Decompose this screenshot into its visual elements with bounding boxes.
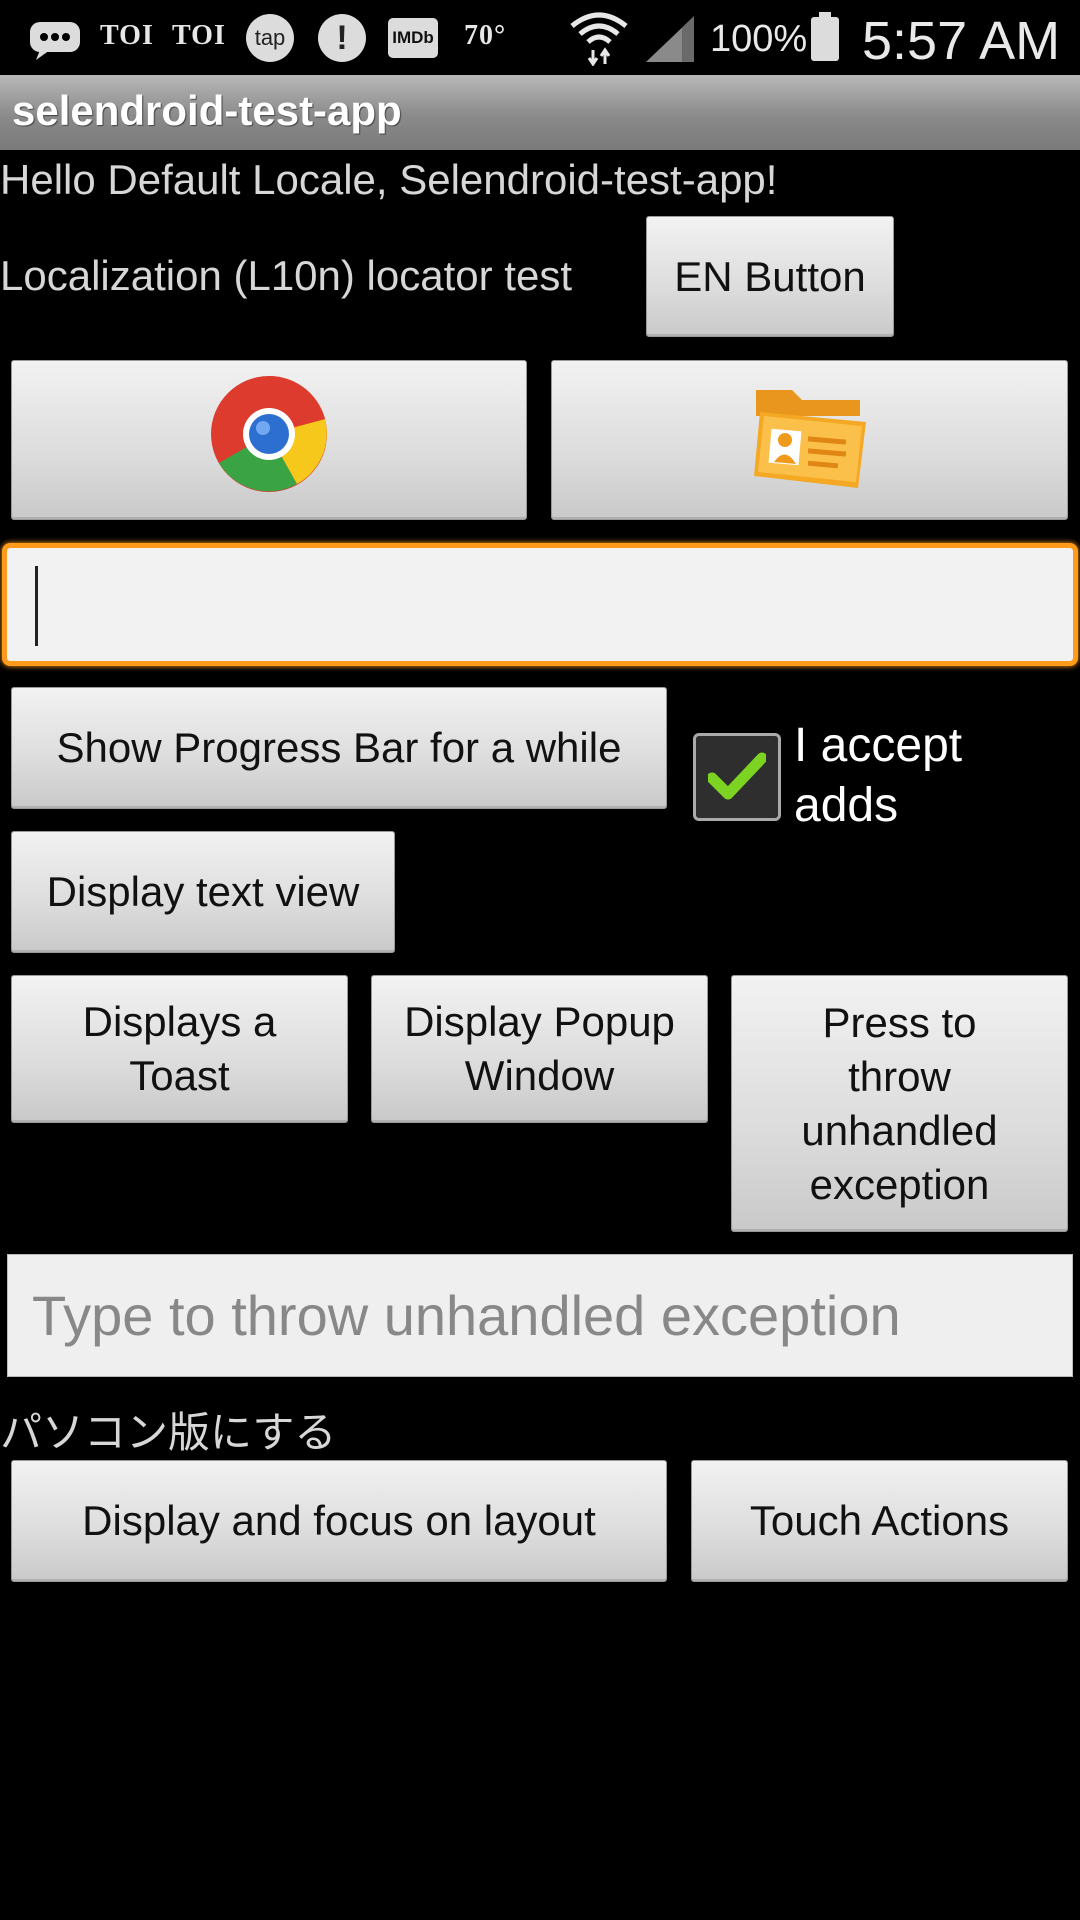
tap-icon: tap bbox=[246, 14, 294, 62]
clock: 5:57 AM bbox=[862, 11, 1061, 71]
touch-actions-button[interactable]: Touch Actions bbox=[691, 1460, 1068, 1582]
throw-exception-button[interactable]: Press to throw unhandled exception bbox=[731, 975, 1068, 1232]
checkmark-icon bbox=[708, 752, 766, 800]
display-focus-layout-button[interactable]: Display and focus on layout bbox=[11, 1460, 667, 1582]
battery-icon bbox=[810, 12, 840, 67]
l10n-label: Localization (L10n) locator test bbox=[0, 252, 572, 299]
app-title: selendroid-test-app bbox=[12, 87, 402, 134]
chat-icon bbox=[28, 18, 82, 67]
display-popup-button[interactable]: Display Popup Window bbox=[371, 975, 708, 1123]
battery-percent: 100% bbox=[710, 18, 808, 60]
hello-text: Hello Default Locale, Selendroid-test-ap… bbox=[0, 156, 778, 203]
en-button[interactable]: EN Button bbox=[646, 216, 894, 337]
contact-folder-icon bbox=[748, 376, 872, 505]
text-cursor bbox=[35, 566, 38, 646]
japanese-text: パソコン版にする bbox=[0, 1408, 337, 1457]
exception-input-placeholder: Type to throw unhandled exception bbox=[32, 1284, 901, 1347]
signal-icon bbox=[644, 14, 696, 69]
wifi-icon bbox=[568, 10, 630, 71]
toi-icon: TOI bbox=[100, 20, 154, 51]
contacts-button[interactable] bbox=[551, 360, 1068, 520]
imdb-icon: IMDb bbox=[388, 18, 438, 58]
accept-adds-checkbox[interactable] bbox=[693, 733, 781, 821]
chrome-icon bbox=[207, 372, 331, 509]
weather-icon: 70° bbox=[464, 20, 507, 51]
display-toast-button[interactable]: Displays a Toast bbox=[11, 975, 348, 1123]
text-input[interactable] bbox=[2, 543, 1078, 666]
alert-icon: ! bbox=[318, 14, 366, 62]
status-bar: TOI TOI tap ! IMDb 70° 100% 5:57 AM bbox=[0, 0, 1080, 75]
toi-icon: TOI bbox=[172, 20, 226, 51]
show-progress-button[interactable]: Show Progress Bar for a while bbox=[11, 687, 667, 809]
app-bar: selendroid-test-app bbox=[0, 75, 1080, 150]
accept-adds-label[interactable]: I accept adds bbox=[794, 716, 1054, 836]
chrome-button[interactable] bbox=[11, 360, 527, 520]
exception-input[interactable]: Type to throw unhandled exception bbox=[7, 1254, 1073, 1377]
display-text-view-button[interactable]: Display text view bbox=[11, 831, 395, 953]
